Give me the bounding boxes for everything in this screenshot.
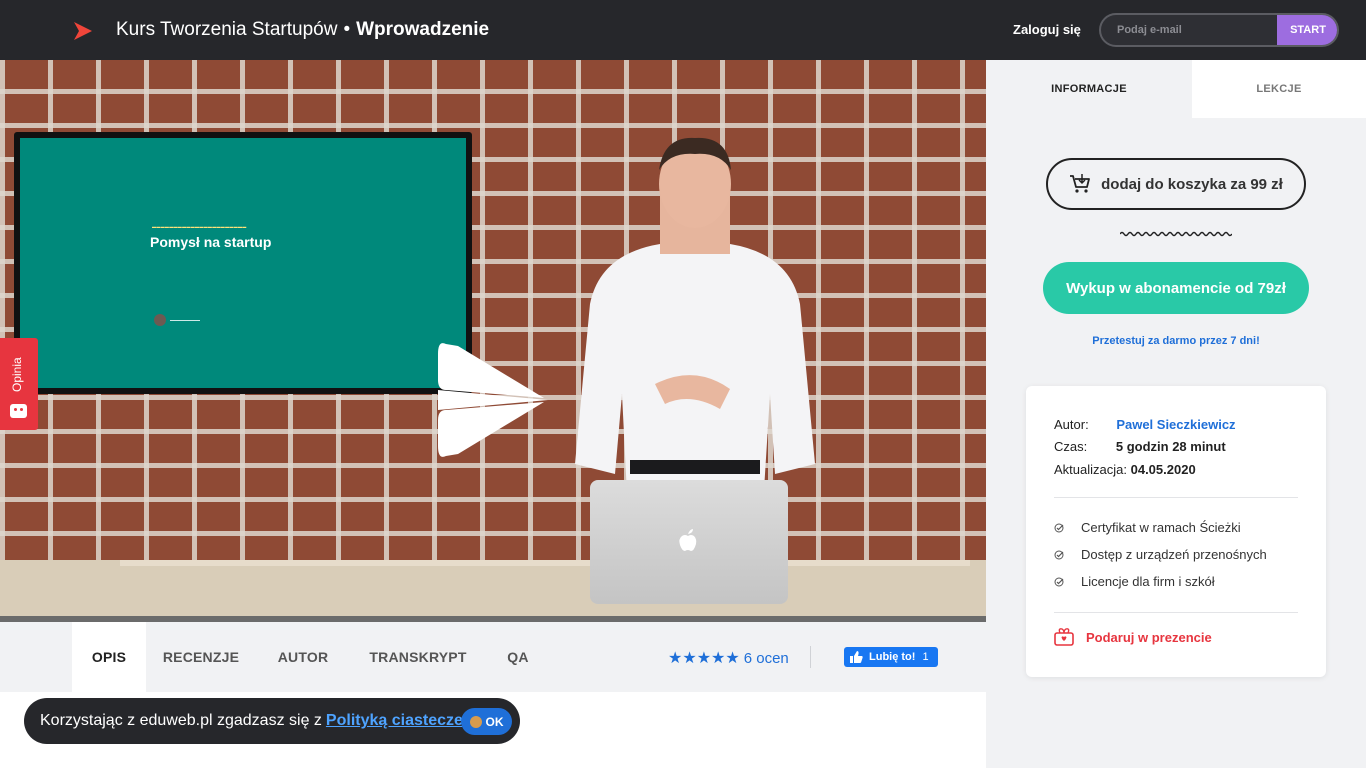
duration-row: Czas: 5 godzin 28 minut (1054, 439, 1226, 454)
author-label: Autor: (1054, 417, 1089, 432)
cart-icon (1070, 174, 1091, 193)
slide-author-avatar (154, 314, 166, 326)
divider (810, 646, 811, 668)
email-login-form: START (1099, 13, 1339, 47)
cookie-ok-label: OK (485, 714, 504, 729)
gift-label: Podaruj w prezencie (1086, 629, 1212, 645)
video-player[interactable]: ▬▬▬▬▬▬▬▬▬▬▬▬▬▬▬▬▬▬▬▬▬▬ Pomysł na startup… (0, 60, 986, 616)
course-sidebar: INFORMACJE LEKCJE dodaj do koszyka za 99… (986, 60, 1366, 768)
facebook-like-count: 1 (922, 651, 929, 663)
updated-value: 04.05.2020 (1130, 462, 1196, 477)
feature-label: Licencje dla firm i szkół (1081, 574, 1215, 589)
feature-label: Certyfikat w ramach Ścieżki (1081, 520, 1241, 535)
rating-count[interactable]: 6 ocen (744, 650, 789, 667)
slide: ▬▬▬▬▬▬▬▬▬▬▬▬▬▬▬▬▬▬▬▬▬▬ Pomysł na startup… (20, 138, 466, 388)
feature-item: Dostęp z urządzeń przenośnych (1054, 547, 1267, 562)
feature-item: Licencje dla firm i szkół (1054, 574, 1215, 589)
tab-autor[interactable]: AUTOR (262, 622, 344, 692)
start-button[interactable]: START (1277, 15, 1337, 45)
subscription-button[interactable]: Wykup w abonamencie od 79zł (1043, 262, 1309, 314)
duration-label: Czas: (1054, 439, 1088, 454)
email-input[interactable] (1101, 15, 1277, 45)
gift-button[interactable]: Podaruj w prezencie (1054, 628, 1212, 646)
check-circle-icon (1054, 577, 1064, 586)
thumbs-up-icon (850, 651, 863, 663)
desk (0, 560, 986, 616)
play-icon[interactable] (436, 340, 552, 460)
updated-label: Aktualizacja: (1054, 462, 1127, 477)
course-tabs: OPIS RECENZJE AUTOR TRANSKRYPT QA ★★★★★ … (0, 622, 986, 692)
updated-row: Aktualizacja: 04.05.2020 (1054, 462, 1196, 477)
feedback-tab[interactable]: Opinia (0, 338, 38, 430)
slide-subtitle: ▬▬▬▬▬▬▬▬▬▬▬▬▬▬▬▬▬▬▬▬▬▬ (152, 224, 247, 229)
sidebar-tab-informacje[interactable]: INFORMACJE (986, 60, 1192, 118)
slide-title: Pomysł na startup (150, 234, 272, 250)
gift-icon (1054, 628, 1074, 646)
course-info-card: Autor: Pawel Sieczkiewicz Czas: 5 godzin… (1026, 386, 1326, 677)
eduweb-logo-icon[interactable] (72, 20, 94, 42)
feature-item: Certyfikat w ramach Ścieżki (1054, 520, 1241, 535)
facebook-like-label: Lubię to! (869, 651, 916, 663)
tab-qa[interactable]: QA (494, 622, 542, 692)
desk-edge (120, 560, 970, 566)
check-circle-icon (1054, 550, 1064, 559)
title-separator: • (343, 19, 351, 40)
course-rating[interactable]: ★★★★★ 6 ocen (668, 648, 789, 668)
check-circle-icon (1054, 523, 1064, 532)
add-to-cart-button[interactable]: dodaj do koszyka za 99 zł (1046, 158, 1306, 210)
laptop (590, 480, 788, 604)
author-row: Autor: Pawel Sieczkiewicz (1054, 417, 1236, 432)
free-trial-link[interactable]: Przetestuj za darmo przez 7 dni! (986, 335, 1366, 347)
course-title: Kurs Tworzenia Startupów • Wprowadzenie (116, 19, 489, 41)
lesson-name: Wprowadzenie (356, 19, 490, 40)
divider (1054, 497, 1298, 498)
author-link[interactable]: Pawel Sieczkiewicz (1116, 417, 1235, 432)
cookie-text: Korzystając z eduweb.pl zgadzasz się z (40, 712, 322, 729)
tab-recenzje[interactable]: RECENZJE (152, 622, 250, 692)
feedback-label: Opinia (10, 357, 24, 392)
cookie-banner: Korzystając z eduweb.pl zgadzasz się z P… (24, 698, 520, 744)
add-to-cart-label: dodaj do koszyka za 99 zł (1101, 175, 1283, 193)
wave-divider (1120, 231, 1232, 237)
sidebar-tab-lekcje[interactable]: LEKCJE (1192, 60, 1366, 118)
tab-opis[interactable]: OPIS (72, 622, 146, 692)
login-header: Zaloguj się START (986, 0, 1366, 60)
cookie-icon (469, 715, 482, 728)
rating-stars: ★★★★★ (668, 650, 740, 667)
duration-value: 5 godzin 28 minut (1115, 439, 1226, 454)
apple-logo-icon (679, 529, 697, 551)
divider (1054, 612, 1298, 613)
login-label[interactable]: Zaloguj się (1013, 22, 1081, 37)
course-name: Kurs Tworzenia Startupów (116, 19, 338, 40)
tab-transkrypt[interactable]: TRANSKRYPT (356, 622, 480, 692)
tv-screen: ▬▬▬▬▬▬▬▬▬▬▬▬▬▬▬▬▬▬▬▬▬▬ Pomysł na startup… (14, 132, 472, 394)
smiley-icon (10, 404, 27, 418)
feature-label: Dostęp z urządzeń przenośnych (1081, 547, 1267, 562)
slide-author: ▬▬▬▬▬▬▬▬▬▬ (170, 318, 200, 322)
cookie-policy-link[interactable]: Polityką ciasteczek (326, 712, 472, 730)
cookie-ok-button[interactable]: OK (461, 708, 512, 735)
facebook-like-button[interactable]: Lubię to! 1 (844, 647, 938, 667)
top-header: Kurs Tworzenia Startupów • Wprowadzenie (0, 0, 986, 60)
